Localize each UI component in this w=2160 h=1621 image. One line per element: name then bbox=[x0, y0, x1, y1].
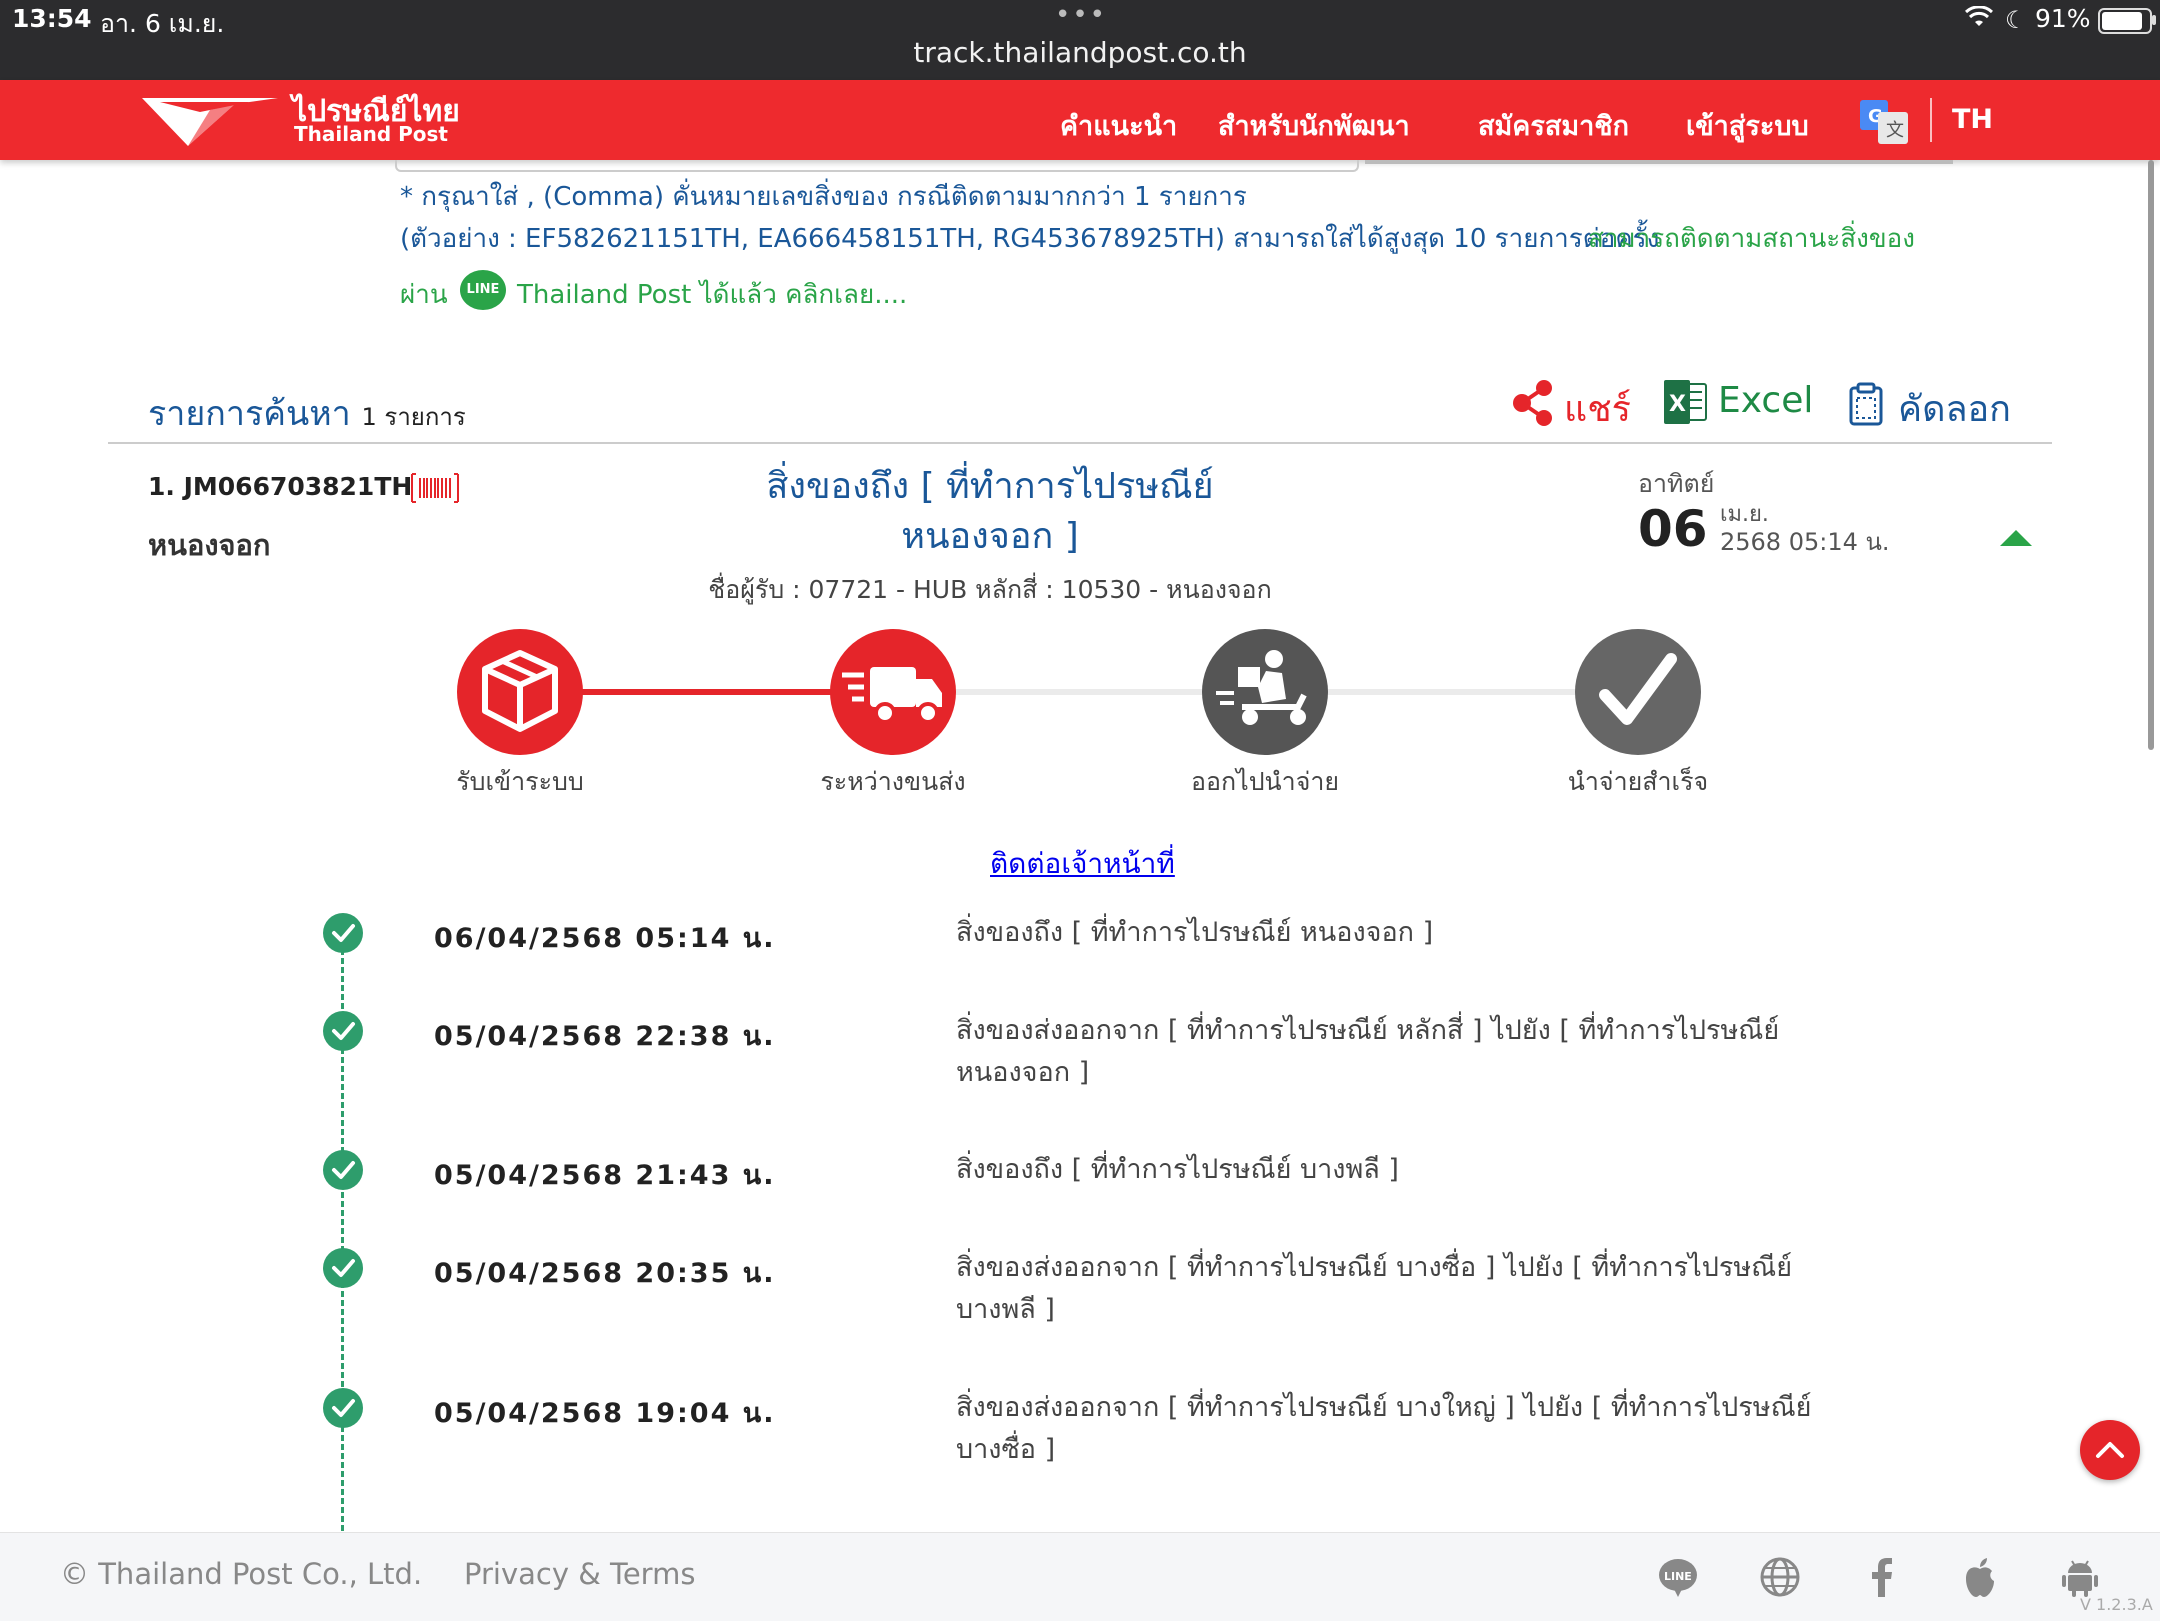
line-promo-prefix: ผ่าน bbox=[400, 280, 448, 310]
battery-level bbox=[2102, 12, 2142, 30]
line-tracking-promo: สามารถติดตามสถานะสิ่งของ bbox=[1588, 224, 1915, 254]
share-button[interactable]: แชร์ bbox=[1564, 380, 1631, 437]
step-label-in-transit: ระหว่างขนส่ง bbox=[820, 767, 966, 796]
clipboard-icon[interactable] bbox=[1848, 382, 1884, 426]
step-out-for-delivery bbox=[1202, 629, 1328, 755]
search-button-bottom-edge bbox=[1365, 160, 1953, 164]
step-label-delivered: นำจ่ายสำเร็จ bbox=[1567, 767, 1709, 796]
google-translate-icon[interactable]: G 文 bbox=[1858, 98, 1910, 146]
thailand-post-logo-icon[interactable] bbox=[140, 90, 280, 148]
tracking-number: 1. JM066703821TH bbox=[148, 472, 413, 501]
nav-developers[interactable]: สำหรับนักพัฒนา bbox=[1218, 104, 1410, 147]
current-status-line1: สิ่งของถึง [ ที่ทำการไปรษณีย์ bbox=[766, 466, 1214, 507]
step-delivered bbox=[1575, 629, 1701, 755]
results-title: รายการค้นหา bbox=[148, 394, 351, 434]
language-selector[interactable]: TH bbox=[1952, 104, 1993, 135]
timeline-date: 05/04/2568 21:43 น. bbox=[434, 1160, 776, 1191]
apple-icon[interactable] bbox=[1958, 1555, 2002, 1599]
battery-icon bbox=[2098, 8, 2152, 34]
results-count: 1 รายการ bbox=[361, 403, 466, 431]
line-promo-link[interactable]: Thailand Post ได้แล้ว คลิกเลย.... bbox=[517, 274, 907, 315]
timeline-description: สิ่งของถึง [ ที่ทำการไปรษณีย์ หนองจอก ] bbox=[956, 917, 1434, 948]
comma-instruction: * กรุณาใส่ , (Comma) คั่นหมายเลขสิ่งของ … bbox=[400, 182, 1247, 212]
timeline-check-icon bbox=[323, 1011, 363, 1051]
share-icon[interactable] bbox=[1510, 378, 1556, 428]
scroll-to-top-button[interactable] bbox=[2080, 1420, 2140, 1480]
timeline-description: สิ่งของส่งออกจาก [ ที่ทำการไปรษณีย์ หลัก… bbox=[956, 1015, 1780, 1088]
results-heading: รายการค้นหา 1 รายการ bbox=[148, 386, 466, 440]
status-time: 13:54 bbox=[12, 4, 92, 33]
excel-icon[interactable]: X bbox=[1662, 380, 1708, 424]
timeline-check-icon bbox=[323, 913, 363, 953]
timeline-description: สิ่งของส่งออกจาก [ ที่ทำการไปรษณีย์ บางใ… bbox=[956, 1392, 1812, 1465]
truck-icon bbox=[842, 667, 942, 724]
destination-location: หนองจอก bbox=[148, 528, 271, 562]
current-status: สิ่งของถึง [ ที่ทำการไปรษณีย์ หนองจอก ] bbox=[700, 462, 1280, 562]
logo-text-english: Thailand Post bbox=[294, 122, 448, 146]
step-label-received: รับเข้าระบบ bbox=[456, 767, 584, 796]
timeline-date: 06/04/2568 05:14 น. bbox=[434, 923, 776, 954]
timeline-check-icon bbox=[323, 1150, 363, 1190]
timeline-check-icon bbox=[323, 1388, 363, 1428]
excel-button[interactable]: Excel bbox=[1718, 380, 1813, 421]
nav-login[interactable]: เข้าสู่ระบบ bbox=[1686, 104, 1809, 147]
copyright-text: © Thailand Post Co., Ltd. bbox=[60, 1557, 423, 1591]
chevron-up-icon bbox=[2096, 1442, 2124, 1458]
app-version: V 1.2.3.A bbox=[2080, 1595, 2153, 1614]
battery-tip bbox=[2152, 15, 2156, 25]
step-label-out-for-delivery: ออกไปนำจ่าย bbox=[1190, 767, 1340, 796]
address-bar-url[interactable]: track.thailandpost.co.th bbox=[0, 36, 2160, 69]
delivery-scooter-icon bbox=[1216, 650, 1307, 725]
timeline-date: 05/04/2568 22:38 น. bbox=[434, 1021, 776, 1052]
facebook-icon[interactable] bbox=[1860, 1555, 1904, 1599]
status-day-number: 06 bbox=[1638, 500, 1708, 558]
contact-staff-link[interactable]: ติดต่อเจ้าหน้าที่ bbox=[990, 842, 1175, 886]
page-scrollbar[interactable] bbox=[2148, 160, 2154, 750]
globe-icon[interactable] bbox=[1758, 1555, 1802, 1599]
status-year-time: 2568 05:14 น. bbox=[1720, 528, 1890, 556]
step-in-transit bbox=[830, 629, 956, 755]
svg-text:LINE: LINE bbox=[1664, 1570, 1692, 1583]
moon-icon: ☾ bbox=[2005, 6, 2027, 34]
battery-percent: 91% bbox=[2035, 4, 2091, 33]
collapse-arrow-icon[interactable] bbox=[2000, 530, 2032, 546]
barcode-icon[interactable] bbox=[410, 472, 460, 504]
status-day-name: อาทิตย์ bbox=[1638, 469, 1715, 498]
nav-register[interactable]: สมัครสมาชิก bbox=[1478, 104, 1629, 147]
timeline-date: 05/04/2568 20:35 น. bbox=[434, 1258, 776, 1289]
svg-text:X: X bbox=[1669, 392, 1686, 417]
results-divider bbox=[108, 442, 2052, 444]
tracking-input-bottom-edge[interactable] bbox=[395, 160, 1359, 172]
current-status-line2: หนองจอก ] bbox=[901, 516, 1079, 557]
nav-guide[interactable]: คำแนะนำ bbox=[1060, 104, 1177, 147]
checkmark-icon bbox=[1599, 653, 1677, 725]
site-footer: © Thailand Post Co., Ltd. Privacy & Term… bbox=[0, 1532, 2160, 1621]
wifi-icon bbox=[1965, 6, 1993, 26]
timeline-check-icon bbox=[323, 1248, 363, 1288]
timeline-description: สิ่งของถึง [ ที่ทำการไปรษณีย์ บางพลี ] bbox=[956, 1154, 1399, 1185]
nav-divider bbox=[1930, 98, 1932, 142]
privacy-terms-link[interactable]: Privacy & Terms bbox=[464, 1557, 695, 1591]
receiver-info: ชื่อผู้รับ : 07721 - HUB หลักสี่ : 10530… bbox=[708, 575, 1272, 604]
box-icon bbox=[482, 650, 558, 732]
site-header: ไปรษณีย์ไทย Thailand Post คำแนะนำ สำหรับ… bbox=[0, 80, 2160, 160]
timeline-date: 05/04/2568 19:04 น. bbox=[434, 1398, 776, 1429]
android-icon[interactable] bbox=[2058, 1555, 2102, 1599]
timeline-description: สิ่งของส่งออกจาก [ ที่ทำการไปรษณีย์ บางซ… bbox=[956, 1252, 1793, 1325]
line-icon[interactable]: LINE bbox=[1656, 1555, 1700, 1599]
line-app-icon[interactable]: LINE bbox=[460, 270, 506, 310]
step-received bbox=[457, 629, 583, 755]
example-instruction: (ตัวอย่าง : EF582621151TH, EA666458151TH… bbox=[400, 224, 1660, 254]
copy-button[interactable]: คัดลอก bbox=[1898, 380, 2011, 437]
svg-text:文: 文 bbox=[1886, 120, 1904, 141]
ios-status-bar: 13:54 อา. 6 เม.ย. ••• track.thailandpost… bbox=[0, 0, 2160, 80]
tab-menu-dots-icon[interactable]: ••• bbox=[1055, 0, 1107, 30]
